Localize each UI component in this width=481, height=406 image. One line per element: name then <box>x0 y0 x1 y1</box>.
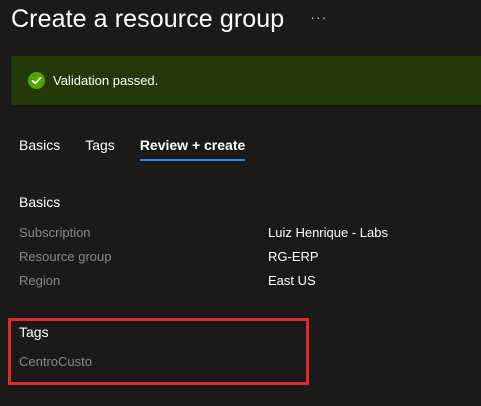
validation-banner: Validation passed. <box>11 56 481 105</box>
wizard-tabs: Basics Tags Review + create <box>19 136 270 164</box>
title-row: Create a resource group ··· <box>11 2 327 36</box>
subscription-label: Subscription <box>19 225 91 240</box>
basics-section-heading: Basics <box>19 194 61 210</box>
resource-group-label: Resource group <box>19 249 112 264</box>
subscription-row: Subscription Luiz Henrique - Labs <box>19 225 459 245</box>
validation-message: Validation passed. <box>53 73 159 88</box>
region-row: Region East US <box>19 273 459 293</box>
region-value: East US <box>268 273 316 288</box>
page-title: Create a resource group <box>11 4 285 33</box>
tab-basics[interactable]: Basics <box>19 136 60 160</box>
tab-tags[interactable]: Tags <box>85 136 115 160</box>
resource-group-value: RG-ERP <box>268 249 319 264</box>
tab-review-create[interactable]: Review + create <box>139 136 246 161</box>
tags-highlight-box <box>8 318 309 385</box>
subscription-value: Luiz Henrique - Labs <box>268 225 388 240</box>
create-resource-group-page: Create a resource group ··· Validation p… <box>0 0 481 406</box>
check-circle-icon <box>28 72 45 89</box>
more-options-icon[interactable]: ··· <box>310 10 327 24</box>
region-label: Region <box>19 273 61 288</box>
resource-group-row: Resource group RG-ERP <box>19 249 459 269</box>
tag-name: CentroCusto <box>19 354 92 369</box>
tags-section-heading: Tags <box>19 324 49 340</box>
